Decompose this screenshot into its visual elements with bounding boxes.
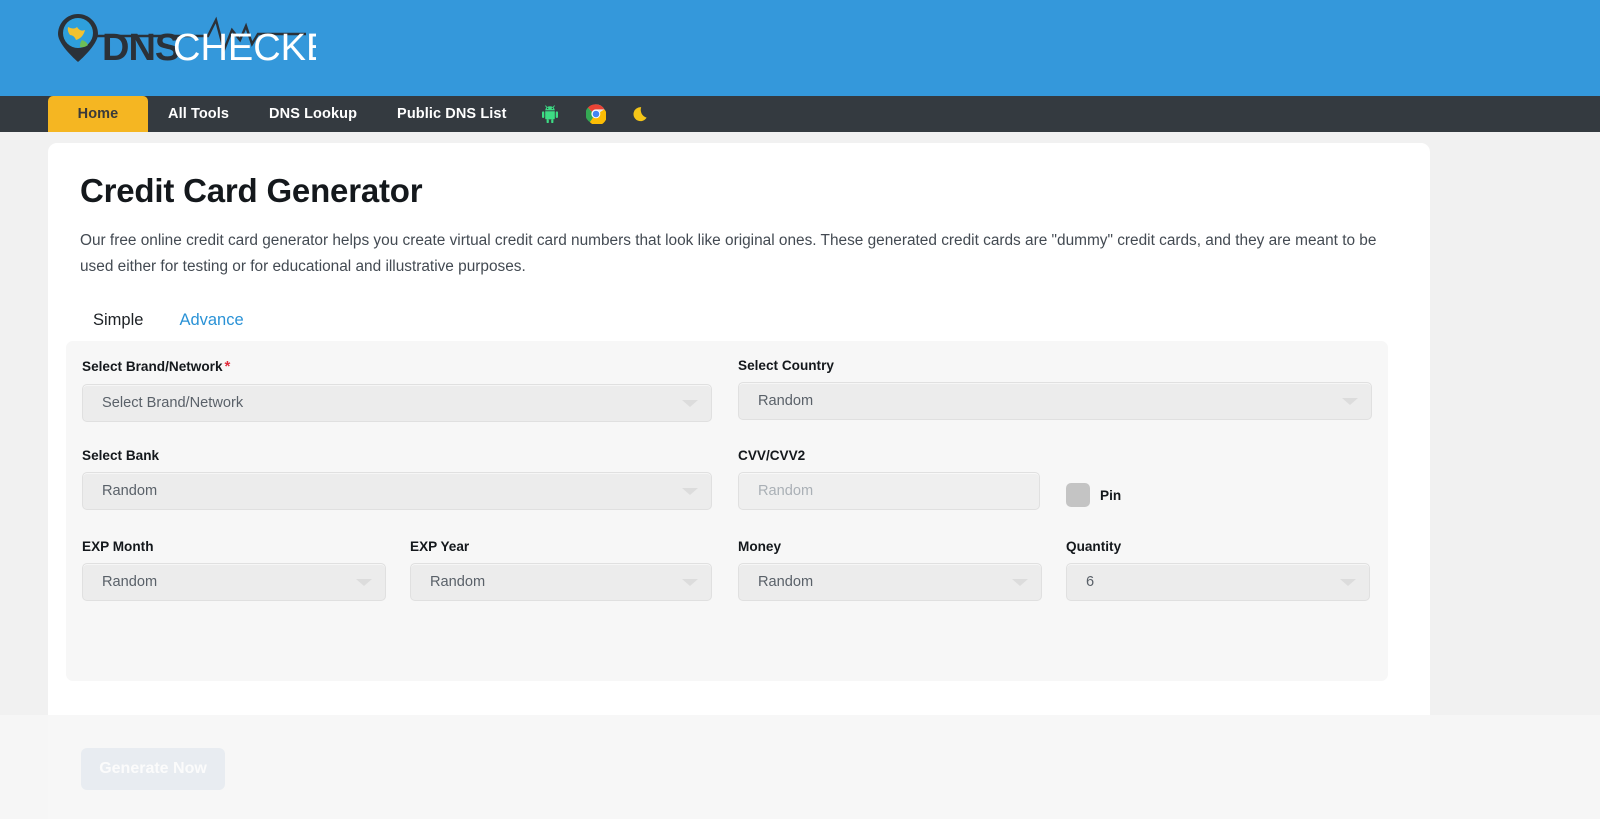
field-money: Money Random [738, 539, 1042, 601]
chevron-down-icon [1012, 579, 1028, 586]
select-bank-value: Random [102, 483, 158, 499]
chrome-glyph [585, 104, 606, 124]
select-quantity[interactable]: 6 [1066, 563, 1370, 601]
tab-simple-label: Simple [93, 310, 144, 329]
select-exp-month[interactable]: Random [82, 563, 386, 601]
required-asterisk-icon: * [224, 358, 231, 375]
nav-item-home-label: Home [77, 106, 119, 122]
tab-advance-label: Advance [179, 310, 244, 329]
label-exp-month: EXP Month [82, 539, 154, 554]
pin-label: Pin [1100, 487, 1122, 503]
nav-item-all-tools[interactable]: All Tools [148, 96, 249, 132]
chevron-down-icon [1340, 579, 1356, 586]
nav-item-public-dns-list[interactable]: Public DNS List [377, 96, 526, 132]
chrome-icon[interactable] [573, 96, 619, 132]
generator-form-panel: Select Brand/Network * Select Brand/Netwo… [66, 341, 1388, 681]
select-exp-year[interactable]: Random [410, 563, 712, 601]
select-money[interactable]: Random [738, 563, 1042, 601]
label-bank: Select Bank [82, 448, 160, 463]
label-quantity: Quantity [1066, 539, 1122, 554]
android-icon[interactable] [527, 96, 573, 132]
chevron-down-icon [682, 400, 698, 407]
page-title: Credit Card Generator [80, 172, 423, 209]
pin-checkbox[interactable] [1066, 483, 1090, 507]
select-brand-network-value: Select Brand/Network [102, 395, 244, 411]
chevron-down-icon [682, 488, 698, 495]
nav-item-dns-lookup-label: DNS Lookup [269, 106, 358, 122]
field-quantity: Quantity 6 [1066, 539, 1370, 601]
generate-now-button[interactable]: Generate Now [81, 748, 225, 790]
select-bank[interactable]: Random [82, 472, 712, 510]
pin-checkbox-group: Pin [1066, 483, 1121, 507]
select-quantity-value: 6 [1086, 574, 1095, 590]
label-brand-network: Select Brand/Network * [82, 358, 712, 375]
chevron-down-icon [1342, 398, 1358, 405]
select-exp-month-value: Random [102, 574, 158, 590]
cvv-input-placeholder: Random [758, 483, 814, 499]
select-money-value: Random [758, 574, 814, 590]
field-exp-year: EXP Year Random [410, 539, 712, 601]
logo-checker-text: CHECKER [173, 27, 316, 69]
label-country: Select Country [738, 358, 834, 373]
field-brand-network: Select Brand/Network * Select Brand/Netwo… [82, 358, 712, 422]
label-money: Money [738, 539, 782, 554]
chevron-down-icon [356, 579, 372, 586]
dark-mode-moon-icon[interactable] [619, 96, 665, 132]
select-country[interactable]: Random [738, 382, 1372, 420]
label-brand-network-text: Select Brand/Network [82, 359, 223, 374]
label-exp-year: EXP Year [410, 539, 470, 554]
field-exp-month: EXP Month Random [82, 539, 386, 601]
label-cvv: CVV/CVV2 [738, 448, 806, 463]
nav-item-public-dns-list-label: Public DNS List [397, 106, 507, 122]
select-country-value: Random [758, 393, 814, 409]
cvv-input[interactable]: Random [738, 472, 1040, 510]
logo-dns-text: DNS [102, 27, 179, 69]
chevron-down-icon [682, 579, 698, 586]
main-navbar: Home All Tools DNS Lookup Public DNS Lis… [0, 96, 1600, 132]
select-exp-year-value: Random [430, 574, 486, 590]
android-glyph [541, 105, 558, 123]
site-header: DNS CHECKER [0, 0, 1600, 96]
field-bank: Select Bank Random [82, 448, 712, 510]
nav-item-all-tools-label: All Tools [168, 106, 230, 122]
field-country: Select Country Random [738, 358, 1372, 420]
select-brand-network[interactable]: Select Brand/Network [82, 384, 712, 422]
page-description: Our free online credit card generator he… [80, 231, 1377, 276]
navbar-items: Home All Tools DNS Lookup Public DNS Lis… [48, 96, 665, 132]
logo-graphic: DNS CHECKER [58, 14, 316, 69]
content-background-lower [48, 715, 1430, 819]
moon-glyph [633, 106, 647, 121]
nav-item-home[interactable]: Home [48, 96, 148, 132]
nav-item-dns-lookup[interactable]: DNS Lookup [249, 96, 377, 132]
dnschecker-logo[interactable]: DNS CHECKER [56, 10, 316, 82]
field-cvv: CVV/CVV2 Random [738, 448, 1040, 510]
